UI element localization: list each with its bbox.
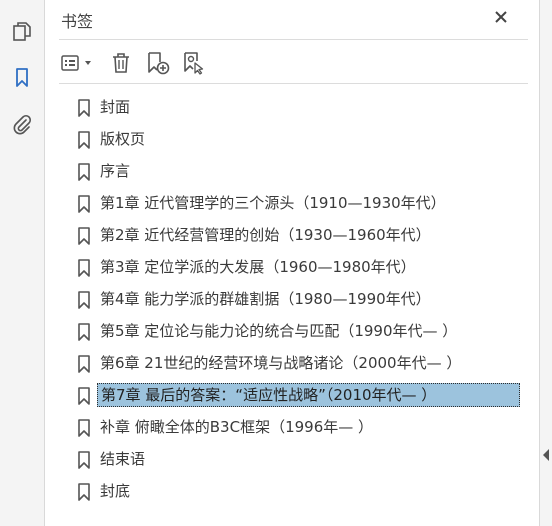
bookmark-label: 第7章 最后的答案：“适应性战略”（2010年代— ） — [97, 383, 520, 407]
bookmark-item[interactable]: 补章 俯瞰全体的B3C框架（1996年— ） — [75, 415, 535, 439]
delete-bookmark-button[interactable] — [109, 49, 133, 77]
new-bookmark-button[interactable] — [145, 49, 171, 77]
bookmarks-panel: 书签 封面 版权页 序言 第1章 近代管理学的三个源头（1910—1930年代）… — [45, 0, 540, 526]
toolbar-divider — [59, 83, 528, 84]
bookmark-label: 第5章 定位论与能力论的统合与匹配（1990年代— ） — [100, 322, 458, 340]
bookmark-icon — [78, 131, 90, 149]
options-menu-button[interactable] — [59, 49, 97, 77]
bookmark-icon — [78, 259, 90, 277]
bookmark-label: 补章 俯瞰全体的B3C框架（1996年— ） — [100, 418, 374, 436]
bookmark-icon — [78, 163, 90, 181]
bookmark-icon — [78, 323, 90, 341]
bookmark-item[interactable]: 第3章 定位学派的大发展（1960—1980年代） — [75, 255, 535, 279]
bookmark-icon — [78, 99, 90, 117]
bookmark-item[interactable]: 封面 — [75, 95, 535, 119]
bookmark-icon — [78, 291, 90, 309]
bookmark-label: 结束语 — [100, 450, 146, 468]
bookmark-icon — [78, 227, 90, 245]
bookmark-item[interactable]: 序言 — [75, 159, 535, 183]
collapse-arrow-icon[interactable] — [542, 448, 550, 462]
bookmark-label: 第4章 能力学派的群雄割据（1980—1990年代） — [100, 290, 431, 308]
bookmark-item[interactable]: 封底 — [75, 479, 535, 503]
bookmark-item[interactable]: 版权页 — [75, 127, 535, 151]
bookmark-item-selected[interactable]: 第7章 最后的答案：“适应性战略”（2010年代— ） — [75, 383, 535, 407]
bookmarks-icon[interactable] — [8, 64, 36, 92]
bookmark-item[interactable]: 结束语 — [75, 447, 535, 471]
collapse-panel-strip[interactable] — [539, 0, 552, 526]
bookmark-item[interactable]: 第4章 能力学派的群雄割据（1980—1990年代） — [75, 287, 535, 311]
panel-title: 书签 — [61, 12, 94, 31]
bookmark-item[interactable]: 第1章 近代管理学的三个源头（1910—1930年代） — [75, 191, 535, 215]
bookmark-label: 封面 — [100, 98, 131, 116]
bookmark-icon — [78, 195, 90, 213]
bookmark-from-selection-button[interactable] — [181, 49, 207, 77]
close-panel-button[interactable] — [490, 6, 512, 28]
bookmark-icon — [78, 419, 90, 437]
bookmark-item[interactable]: 第6章 21世纪的经营环境与战略诸论（2000年代— ） — [75, 351, 535, 375]
bookmark-label: 第6章 21世纪的经营环境与战略诸论（2000年代— ） — [100, 354, 462, 372]
bookmark-icon — [78, 355, 90, 373]
bookmark-label: 序言 — [100, 162, 131, 180]
options-menu-icon — [61, 55, 91, 71]
bookmark-label: 版权页 — [100, 130, 146, 148]
bookmark-item[interactable]: 第2章 近代经营管理的创始（1930—1960年代） — [75, 223, 535, 247]
bookmark-icon — [78, 387, 90, 405]
close-icon — [495, 11, 507, 23]
bookmark-icon — [78, 451, 90, 469]
bookmark-label: 第3章 定位学派的大发展（1960—1980年代） — [100, 258, 416, 276]
bookmark-label: 封底 — [100, 482, 131, 500]
bookmark-label: 第2章 近代经营管理的创始（1930—1960年代） — [100, 226, 431, 244]
navigation-pane-rail — [0, 0, 45, 526]
header-divider — [59, 39, 528, 40]
pages-icon[interactable] — [8, 18, 36, 46]
new-bookmark-icon — [148, 52, 170, 75]
delete-bookmark-icon — [113, 53, 129, 73]
bookmark-label: 第1章 近代管理学的三个源头（1910—1930年代） — [100, 194, 446, 212]
attachments-icon[interactable] — [8, 110, 36, 138]
bookmark-from-selection-icon — [184, 52, 204, 75]
bookmark-icon — [78, 483, 90, 501]
bookmark-item[interactable]: 第5章 定位论与能力论的统合与匹配（1990年代— ） — [75, 319, 535, 343]
